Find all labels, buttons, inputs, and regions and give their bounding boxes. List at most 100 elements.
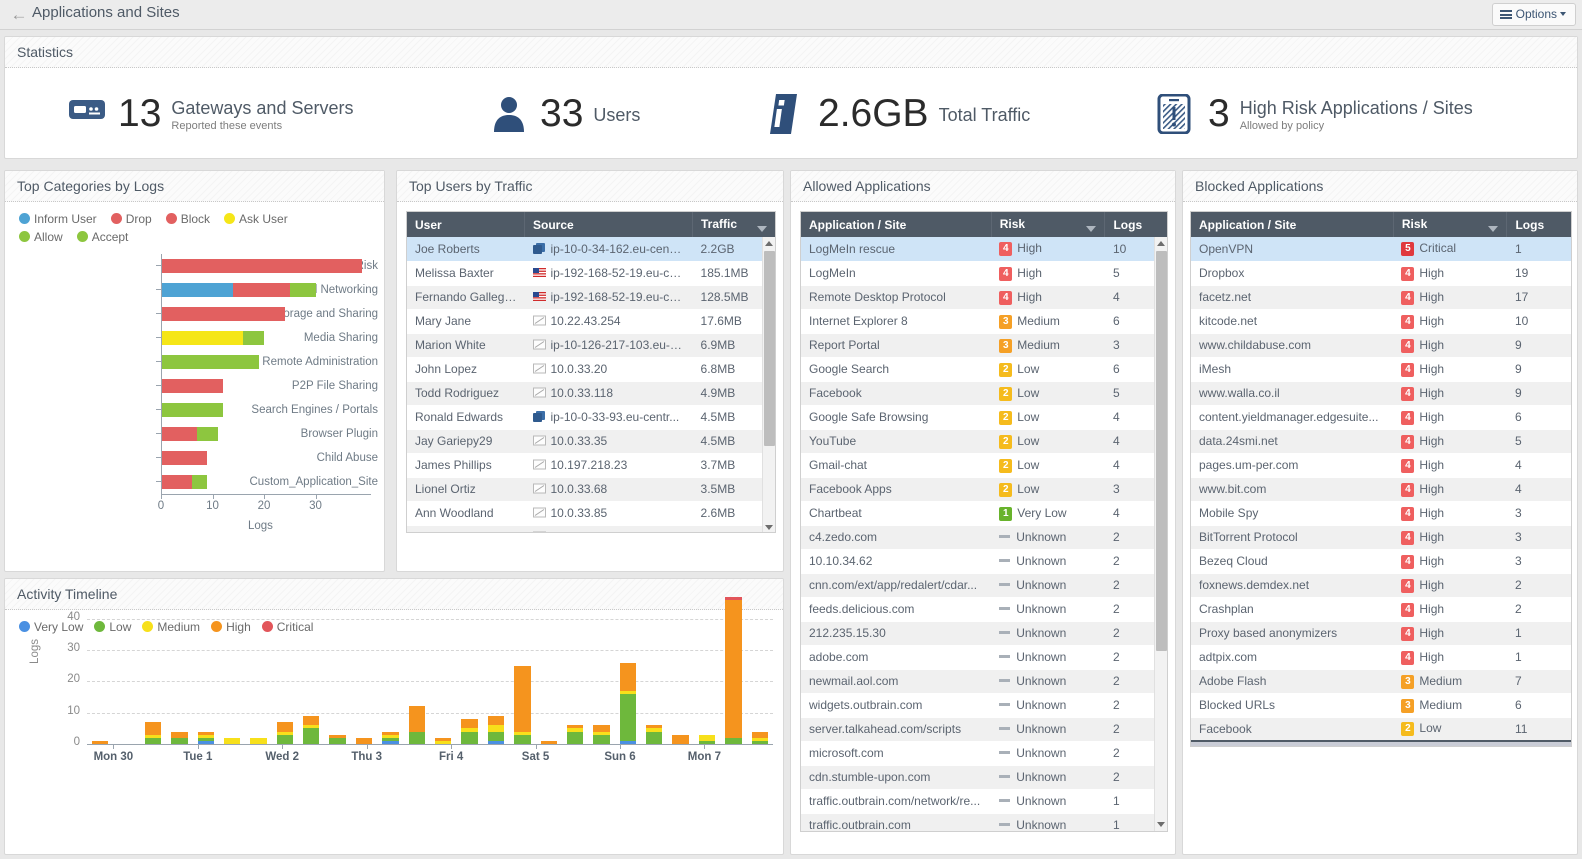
table-row[interactable]: www.walla.co.il 4 High 9 bbox=[1191, 381, 1571, 406]
table-row[interactable]: Paul Harrisip-10-0-33-105.eu-cent...2.3M… bbox=[407, 525, 775, 532]
blocked-applications-table-wrap[interactable]: Application / Site Risk Logs OpenVPN 5 Critic… bbox=[1190, 211, 1572, 747]
top-users-table-wrap[interactable]: User Source Traffic Joe Roberts ip-10-0-34-1… bbox=[406, 211, 776, 533]
allowed-applications-scrollbar[interactable] bbox=[1154, 237, 1167, 831]
table-row[interactable]: Mary Jane 10.22.43.254 17.6MB bbox=[407, 309, 775, 334]
table-row[interactable]: BitTorrent Protocol 4 High 3 bbox=[1191, 525, 1571, 550]
table-row[interactable]: Chartbeat 1 Very Low 4 bbox=[801, 501, 1167, 526]
scroll-up-icon[interactable] bbox=[1157, 241, 1165, 246]
table-row[interactable]: 212.235.15.30 Unknown 2 bbox=[801, 621, 1167, 646]
table-row[interactable]: Bezeq Cloud 4 High 3 bbox=[1191, 549, 1571, 574]
table-row[interactable]: Fernando Gallegos ip-192-168-52-19.eu-ce.… bbox=[407, 285, 775, 310]
allowed-applications-table-wrap[interactable]: Application / Site Risk Logs LogMeIn rescue… bbox=[800, 211, 1168, 832]
table-row[interactable]: content.yieldmanager.edgesuite... 4 High 6 bbox=[1191, 405, 1571, 430]
column-header-user[interactable]: User bbox=[407, 212, 525, 237]
bar-segment-block bbox=[161, 307, 285, 321]
top-users-scrollbar[interactable] bbox=[762, 237, 775, 532]
table-row[interactable]: Mobile Spy 4 High 3 bbox=[1191, 501, 1571, 526]
table-row[interactable]: cdn.stumble-upon.com Unknown 2 bbox=[801, 765, 1167, 790]
table-row[interactable]: cnn.com/ext/app/redalert/cdar... Unknown 2 bbox=[801, 573, 1167, 598]
top-users-table[interactable]: User Source Traffic Joe Roberts ip-10-0-34-1… bbox=[407, 212, 775, 532]
table-row[interactable]: Gmail-chat 2 Low 4 bbox=[801, 453, 1167, 478]
table-row[interactable]: microsoft.com Unknown 2 bbox=[801, 741, 1167, 766]
table-row[interactable]: facetz.net 4 High 17 bbox=[1191, 285, 1571, 310]
table-row[interactable]: Remote Desktop Protocol 4 High 4 bbox=[801, 285, 1167, 310]
table-row[interactable]: data.24smi.net 4 High 5 bbox=[1191, 429, 1571, 454]
table-row[interactable]: Blocked URLs 3 Medium 6 bbox=[1191, 693, 1571, 718]
table-row[interactable]: foxnews.demdex.net 4 High 2 bbox=[1191, 573, 1571, 598]
table-row[interactable]: James Phillips 10.197.218.23 3.7MB bbox=[407, 453, 775, 478]
table-row[interactable]: Melissa Baxter ip-192-168-52-19.eu-ce... 1… bbox=[407, 261, 775, 286]
back-arrow-icon[interactable]: ← bbox=[10, 6, 28, 24]
risk-badge: 2 bbox=[999, 362, 1013, 377]
legend-dot bbox=[165, 213, 177, 224]
statistic-sublabel: Allowed by policy bbox=[1239, 119, 1325, 132]
table-row[interactable]: OpenVPN 5 Critical 1 bbox=[1191, 237, 1571, 262]
column-header-risk[interactable]: Risk bbox=[991, 212, 1106, 237]
table-row[interactable]: LogMeIn rescue 4 High 10 bbox=[801, 237, 1167, 262]
column-header-risk[interactable]: Risk bbox=[1393, 212, 1508, 237]
category-row: Search Engines / Portals bbox=[5, 398, 384, 422]
column-header-traffic[interactable]: Traffic bbox=[692, 212, 775, 237]
allowed-applications-table[interactable]: Application / Site Risk Logs LogMeIn rescue… bbox=[801, 212, 1167, 831]
table-row[interactable]: Marion White ip-10-126-217-103.eu-c... 6.9… bbox=[407, 333, 775, 358]
table-row[interactable]: adobe.com Unknown 2 bbox=[801, 645, 1167, 670]
scrollbar-thumb[interactable] bbox=[764, 251, 775, 446]
table-row[interactable]: Internet Explorer 8 3 Medium 6 bbox=[801, 309, 1167, 334]
cell-logs: 10 bbox=[1506, 309, 1571, 334]
sort-desc-icon[interactable] bbox=[1086, 226, 1097, 232]
table-row[interactable]: Lionel Ortiz 10.0.33.68 3.5MB bbox=[407, 477, 775, 502]
table-row[interactable]: 10.10.34.62 Unknown 2 bbox=[801, 549, 1167, 574]
scrollbar-thumb[interactable] bbox=[1156, 251, 1167, 651]
table-row[interactable]: Ronald Edwards ip-10-0-33-93.eu-centr... 4… bbox=[407, 405, 775, 430]
scroll-down-icon[interactable] bbox=[1157, 822, 1165, 827]
table-row[interactable]: adtpix.com 4 High 1 bbox=[1191, 645, 1571, 670]
table-row[interactable]: traffic.outbrain.com Unknown 1 bbox=[801, 813, 1167, 831]
table-row[interactable]: Adobe Flash 3 Medium 7 bbox=[1191, 669, 1571, 694]
column-header-logs[interactable]: Logs bbox=[1104, 212, 1167, 237]
table-row[interactable]: feeds.delicious.com Unknown 2 bbox=[801, 597, 1167, 622]
table-row[interactable]: Proxy based anonymizers 4 High 1 bbox=[1191, 621, 1571, 646]
table-row[interactable]: Google Search 2 Low 6 bbox=[801, 357, 1167, 382]
table-row[interactable]: www.childabuse.com 4 High 9 bbox=[1191, 333, 1571, 358]
table-row[interactable]: Crashplan 4 High 2 bbox=[1191, 597, 1571, 622]
sort-desc-icon[interactable] bbox=[757, 226, 767, 232]
table-row[interactable]: Todd Rodriguez 10.0.33.118 4.9MB bbox=[407, 381, 775, 406]
sort-desc-icon[interactable] bbox=[1488, 226, 1499, 232]
bar-segment-high bbox=[646, 725, 663, 729]
column-header-application-site[interactable]: Application / Site bbox=[801, 212, 992, 237]
risk-badge: 4 bbox=[1401, 290, 1415, 305]
blocked-applications-table[interactable]: Application / Site Risk Logs OpenVPN 5 Critic… bbox=[1191, 212, 1571, 746]
table-row[interactable]: 21 Applications5Critical132 bbox=[1191, 740, 1571, 746]
table-row[interactable]: Google Safe Browsing 2 Low 4 bbox=[801, 405, 1167, 430]
column-header-source[interactable]: Source bbox=[524, 212, 694, 237]
table-row[interactable]: Facebook 2 Low 11 bbox=[1191, 717, 1571, 742]
scroll-up-icon[interactable] bbox=[765, 241, 773, 246]
table-row[interactable]: c4.zedo.com Unknown 2 bbox=[801, 525, 1167, 550]
table-row[interactable]: Ann Woodland 10.0.33.85 2.6MB bbox=[407, 501, 775, 526]
table-row[interactable]: www.bit.com 4 High 4 bbox=[1191, 477, 1571, 502]
column-header-logs[interactable]: Logs bbox=[1506, 212, 1571, 237]
timeline-bar bbox=[435, 597, 452, 744]
table-row[interactable]: server.talkahead.com/scripts Unknown 2 bbox=[801, 717, 1167, 742]
table-row[interactable]: widgets.outbrain.com Unknown 2 bbox=[801, 693, 1167, 718]
options-button[interactable]: Options bbox=[1491, 3, 1576, 26]
table-row[interactable]: Report Portal 3 Medium 3 bbox=[801, 333, 1167, 358]
table-row[interactable]: YouTube 2 Low 4 bbox=[801, 429, 1167, 454]
table-row[interactable]: newmail.aol.com Unknown 2 bbox=[801, 669, 1167, 694]
bar-segment-medium bbox=[223, 737, 241, 744]
cell-risk: Unknown bbox=[991, 789, 1105, 814]
column-header-application-site[interactable]: Application / Site bbox=[1191, 212, 1394, 237]
table-row[interactable]: Jay Gariepy29 10.0.33.35 4.5MB bbox=[407, 429, 775, 454]
table-row[interactable]: Facebook 2 Low 5 bbox=[801, 381, 1167, 406]
table-row[interactable]: LogMeIn 4 High 5 bbox=[801, 261, 1167, 286]
table-row[interactable]: John Lopez 10.0.33.20 6.8MB bbox=[407, 357, 775, 382]
table-row[interactable]: kitcode.net 4 High 10 bbox=[1191, 309, 1571, 334]
table-row[interactable]: Dropbox 4 High 19 bbox=[1191, 261, 1571, 286]
table-row[interactable]: Facebook Apps 2 Low 3 bbox=[801, 477, 1167, 502]
table-row[interactable]: Joe Roberts ip-10-0-34-162.eu-centr... 2.2… bbox=[407, 237, 775, 262]
table-row[interactable]: iMesh 4 High 9 bbox=[1191, 357, 1571, 382]
x-axis-line bbox=[87, 744, 773, 745]
table-row[interactable]: traffic.outbrain.com/network/re... Unknow… bbox=[801, 789, 1167, 814]
scroll-down-icon[interactable] bbox=[765, 525, 773, 530]
table-row[interactable]: pages.um-per.com 4 High 4 bbox=[1191, 453, 1571, 478]
